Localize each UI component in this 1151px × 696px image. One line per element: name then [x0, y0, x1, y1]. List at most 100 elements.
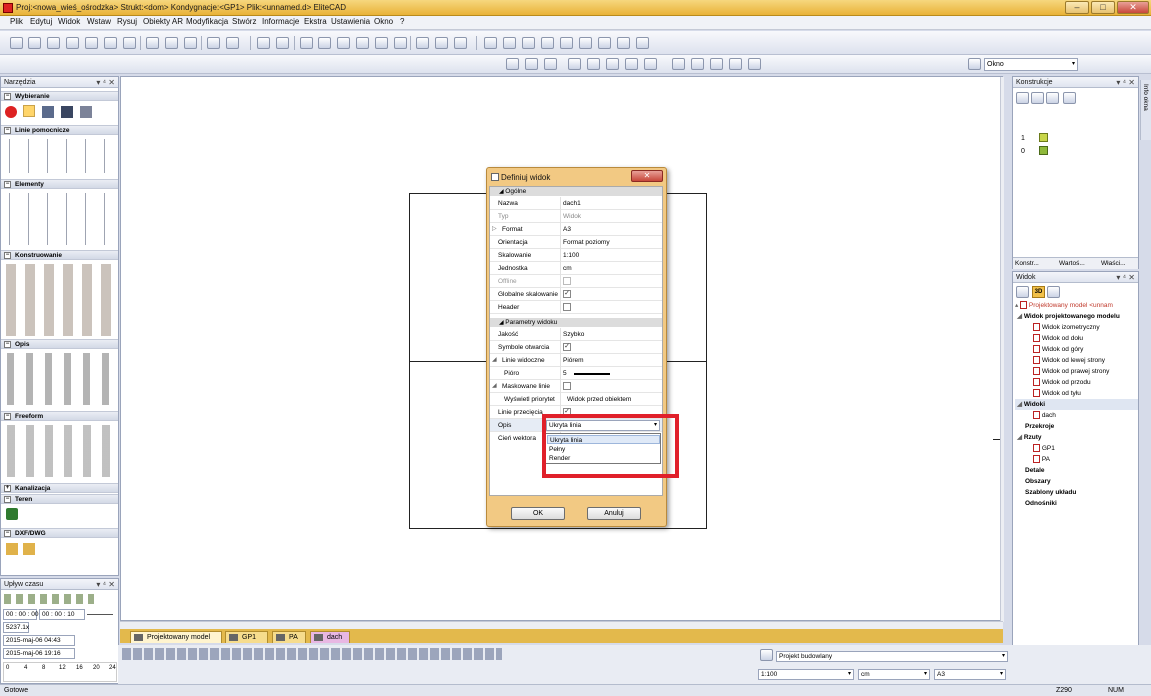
settings-icon[interactable]: [337, 37, 350, 49]
row-skalowanie[interactable]: Skalowanie 1:100: [490, 249, 662, 262]
helper-line-tools[interactable]: [4, 139, 116, 173]
section-konstruowanie[interactable]: − Konstruowanie: [1, 250, 118, 260]
panel-close-icon[interactable]: ▾ ⁴ ✕: [1116, 77, 1135, 88]
snap-point-icon[interactable]: [503, 37, 516, 49]
section-elementy[interactable]: − Elementy: [1, 179, 118, 189]
dxf-import-icon[interactable]: [6, 543, 18, 555]
menu-wstaw[interactable]: Wstaw: [87, 17, 111, 26]
menu-obiekty-ar[interactable]: Obiekty AR: [143, 17, 183, 26]
panel-close-icon[interactable]: ▾ ⁴ ✕: [96, 77, 115, 88]
snap-tangent-icon[interactable]: [579, 37, 592, 49]
date-end-field[interactable]: 2015-maj-06 19:16: [3, 648, 75, 659]
element-tools[interactable]: [4, 193, 116, 245]
unit-field[interactable]: cm ▾: [858, 669, 930, 680]
minimize-button[interactable]: –: [1065, 1, 1089, 14]
window-icon[interactable]: [300, 37, 313, 49]
cancel-button[interactable]: Anuluj: [587, 507, 641, 520]
warning-icon[interactable]: [748, 58, 761, 70]
level-0[interactable]: 0: [1021, 148, 1025, 155]
tree-przekroje[interactable]: Przekroje: [1015, 421, 1138, 432]
plot-icon[interactable]: [104, 37, 117, 49]
menu-help[interactable]: ?: [400, 17, 404, 26]
save-icon[interactable]: [47, 37, 60, 49]
erase-icon[interactable]: [729, 58, 742, 70]
menu-edytuj[interactable]: Edytuj: [30, 17, 52, 26]
annotation-tools[interactable]: [4, 353, 116, 405]
grid-icon[interactable]: [416, 37, 429, 49]
cross-tool-icon[interactable]: [710, 58, 723, 70]
tab-pa[interactable]: PA: [272, 631, 306, 643]
scale-field[interactable]: 1:100 ▾: [758, 669, 854, 680]
row-jednostka[interactable]: Jednostka cm: [490, 262, 662, 275]
wall-tool-icon[interactable]: [506, 58, 519, 70]
mail-icon[interactable]: [672, 58, 685, 70]
tab-dach[interactable]: dach: [310, 631, 350, 643]
select-filter-icon[interactable]: [80, 106, 92, 118]
row-wyswietl-priorytet[interactable]: Wyświetl priorytet Widok przed obiektem: [490, 393, 662, 406]
canvas-vscroll[interactable]: [1000, 77, 1004, 622]
time-step-field[interactable]: 00 : 00 : 10: [39, 609, 85, 620]
tab-gp1[interactable]: GP1: [225, 631, 268, 643]
panel-close-icon[interactable]: ▾ ⁴ ✕: [96, 579, 115, 590]
terrain-icon[interactable]: [6, 508, 18, 520]
section-dxf-dwg[interactable]: − DXF/DWG: [1, 528, 118, 538]
tree-rzuty[interactable]: ◢ Rzuty: [1015, 432, 1138, 443]
zoom-out-icon[interactable]: [276, 37, 289, 49]
tree-widok-projektowanego-modelu[interactable]: ◢ Widok projektowanego modelu: [1015, 311, 1138, 322]
row-jakosc[interactable]: Jakość Szybko: [490, 328, 662, 341]
hidden-lines-checkbox[interactable]: [563, 382, 571, 390]
playback-controls[interactable]: [4, 594, 94, 604]
tab-wlasciwosci[interactable]: Właści...: [1101, 258, 1126, 269]
opening-symbols-checkbox[interactable]: ✓: [563, 343, 571, 351]
print-icon[interactable]: [66, 37, 79, 49]
layer-icon[interactable]: [454, 37, 467, 49]
roof-icon[interactable]: [644, 58, 657, 70]
view-new-icon[interactable]: [1016, 286, 1029, 298]
menu-stworz[interactable]: Stwórz: [232, 17, 256, 26]
section-kanalizacja[interactable]: + Kanalizacja: [1, 483, 118, 493]
find-icon[interactable]: [541, 37, 554, 49]
menu-modyfikacja[interactable]: Modyfikacja: [186, 17, 228, 26]
column-icon[interactable]: [568, 58, 581, 70]
construction-tools[interactable]: [4, 264, 116, 336]
section-linie-pomocnicze[interactable]: − Linie pomocnicze: [1, 125, 118, 135]
tree-dach[interactable]: dach: [1015, 410, 1138, 421]
section-parametry-widoku[interactable]: ◢ Parametry widoku: [490, 318, 662, 327]
dxf-export-icon[interactable]: [23, 543, 35, 555]
row-header[interactable]: Header: [490, 301, 662, 314]
cut-icon[interactable]: [146, 37, 159, 49]
freeform-tools[interactable]: [4, 425, 116, 477]
snap-toolbar[interactable]: [122, 648, 502, 660]
panel-close-icon[interactable]: ▾ ⁴ ✕: [1116, 272, 1135, 283]
tab-konstrukcje[interactable]: Konstr...: [1015, 258, 1039, 269]
snap-center-icon[interactable]: [560, 37, 573, 49]
tab-wartosci[interactable]: Wartoś...: [1059, 258, 1085, 269]
open-file-icon[interactable]: [28, 37, 41, 49]
section-freeform[interactable]: − Freeform: [1, 411, 118, 421]
tree-widok-od-tylu[interactable]: Widok od tyłu: [1015, 388, 1138, 399]
app-icon[interactable]: [3, 3, 13, 13]
menu-ekstra[interactable]: Ekstra: [304, 17, 327, 26]
section-opis[interactable]: − Opis: [1, 339, 118, 349]
hatch-icon[interactable]: [691, 58, 704, 70]
view-box-icon[interactable]: [375, 37, 388, 49]
construction-delete-icon[interactable]: [1046, 92, 1059, 104]
copy-window-icon[interactable]: [318, 37, 331, 49]
section-teren[interactable]: − Teren: [1, 494, 118, 504]
snap-arc-icon[interactable]: [598, 37, 611, 49]
time-start-field[interactable]: 00 : 00 : 00: [3, 609, 39, 620]
date-start-field[interactable]: 2015-maj-06 04:43: [3, 635, 75, 646]
dialog-close-button[interactable]: ✕: [631, 170, 663, 182]
slab-icon[interactable]: [544, 58, 557, 70]
tree-szablony-ukladu[interactable]: Szablony układu: [1015, 487, 1138, 498]
render-icon[interactable]: [394, 37, 407, 49]
wall-layer-icon[interactable]: [525, 58, 538, 70]
menu-ustawienia[interactable]: Ustawienia: [331, 17, 370, 26]
tab-projektowany-model[interactable]: Projektowany model: [130, 631, 222, 643]
menu-widok[interactable]: Widok: [58, 17, 80, 26]
row-pioro[interactable]: Pióro 5: [490, 367, 662, 380]
view-3d-icon[interactable]: 3D: [1032, 286, 1045, 298]
select-layer-icon[interactable]: [42, 106, 54, 118]
view-save-icon[interactable]: [1047, 286, 1060, 298]
snap-angle-icon[interactable]: [522, 37, 535, 49]
